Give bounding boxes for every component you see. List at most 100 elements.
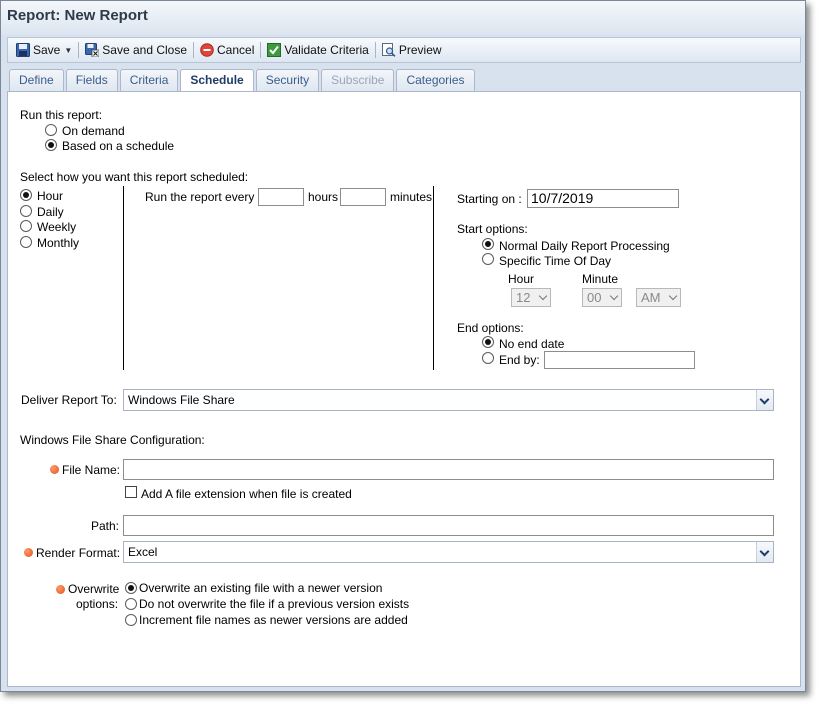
toolbar-separator: [260, 42, 262, 58]
cancel-label: Cancel: [217, 43, 255, 57]
title-bar: Report: New Report: [1, 1, 805, 35]
run-every-label: Run the report every: [145, 190, 255, 204]
save-dropdown-caret-icon[interactable]: ▼: [64, 46, 72, 55]
hours-label: hours: [308, 190, 339, 204]
based-on-schedule-label: Based on a schedule: [62, 139, 175, 153]
starting-on-label: Starting on :: [457, 192, 522, 206]
end-by-input[interactable]: [544, 351, 695, 369]
hours-input[interactable]: [258, 188, 304, 206]
no-end-date-radio[interactable]: [482, 336, 494, 348]
check-icon: [267, 43, 282, 57]
monthly-label: Monthly: [37, 236, 80, 250]
tab-categories[interactable]: Categories: [396, 69, 475, 91]
deliver-to-label: Deliver Report To:: [21, 393, 117, 407]
chevron-down-icon: [609, 291, 619, 301]
do-not-overwrite-radio[interactable]: [125, 598, 137, 610]
path-input[interactable]: [123, 515, 774, 536]
preview-button[interactable]: Preview: [378, 40, 446, 60]
window-title: Report: New Report: [7, 7, 148, 24]
preview-icon: [381, 43, 396, 57]
hour-select: 12: [511, 288, 551, 307]
weekly-radio[interactable]: [20, 220, 32, 232]
cancel-icon: [200, 43, 214, 57]
save-close-icon: [85, 43, 100, 58]
validate-criteria-label: Validate Criteria: [284, 43, 369, 57]
hour-radio[interactable]: [20, 189, 32, 201]
minute-select: 00: [582, 288, 622, 307]
monthly-radio[interactable]: [20, 236, 32, 248]
chevron-down-icon: [756, 390, 773, 410]
increment-file-names-radio[interactable]: [125, 614, 137, 626]
overwrite-options-label-line1: Overwrite: [68, 582, 120, 596]
chevron-down-icon: [756, 542, 773, 562]
cancel-button[interactable]: Cancel: [196, 40, 258, 60]
render-format-select[interactable]: Excel: [123, 541, 774, 563]
tab-criteria[interactable]: Criteria: [119, 69, 179, 91]
run-report-label: Run this report:: [20, 108, 103, 122]
toolbar-separator: [193, 42, 195, 58]
file-extension-checkbox[interactable]: [125, 486, 137, 498]
floppy-disk-icon: [16, 43, 30, 57]
end-by-radio[interactable]: [482, 352, 494, 364]
hour-label: Hour: [37, 189, 64, 203]
based-on-schedule-radio[interactable]: [45, 139, 57, 151]
start-options-label: Start options:: [457, 222, 528, 236]
column-divider-left: [123, 186, 124, 370]
save-label: Save: [33, 43, 61, 57]
normal-processing-label: Normal Daily Report Processing: [499, 239, 670, 253]
schedule-type-label: Select how you want this report schedule…: [20, 170, 249, 184]
tab-define[interactable]: Define: [9, 69, 64, 91]
overwrite-newer-label: Overwrite an existing file with a newer …: [139, 581, 383, 595]
validate-criteria-button[interactable]: Validate Criteria: [263, 40, 372, 60]
daily-label: Daily: [37, 205, 64, 219]
weekly-label: Weekly: [37, 220, 77, 234]
required-indicator-icon: [56, 585, 65, 594]
deliver-to-select[interactable]: Windows File Share: [123, 389, 774, 411]
ampm-select-value: AM: [641, 290, 661, 305]
overwrite-newer-radio[interactable]: [125, 582, 137, 594]
toolbar: Save ▼ Save and Close Cancel Validate Cr…: [7, 37, 801, 63]
required-indicator-icon: [50, 465, 59, 474]
wfs-config-label: Windows File Share Configuration:: [20, 433, 205, 447]
tab-subscribe: Subscribe: [321, 69, 395, 91]
minutes-input[interactable]: [340, 188, 386, 206]
increment-file-names-label: Increment file names as newer versions a…: [139, 613, 408, 627]
overwrite-options-label-line2: options:: [76, 597, 119, 611]
render-format-label: Render Format:: [36, 546, 121, 560]
tab-strip: Define Fields Criteria Schedule Security…: [9, 69, 477, 92]
required-indicator-icon: [24, 548, 33, 557]
save-and-close-label: Save and Close: [102, 43, 188, 57]
save-button[interactable]: Save ▼: [12, 40, 76, 60]
minute-select-label: Minute: [582, 272, 619, 286]
chevron-down-icon: [668, 291, 678, 301]
tab-fields[interactable]: Fields: [65, 69, 118, 91]
tab-security[interactable]: Security: [255, 69, 320, 91]
do-not-overwrite-label: Do not overwrite the file if a previous …: [139, 597, 410, 611]
toolbar-separator: [78, 42, 80, 58]
hour-select-value: 12: [516, 290, 531, 305]
hour-select-label: Hour: [508, 272, 535, 286]
minute-select-value: 00: [587, 290, 602, 305]
path-label: Path:: [91, 519, 120, 533]
starting-on-input[interactable]: 10/7/2019: [527, 189, 679, 208]
file-name-label: File Name:: [62, 463, 121, 477]
report-window: Report: New Report Save ▼ Save and Close…: [0, 0, 806, 692]
schedule-panel: Run this report: On demand Based on a sc…: [7, 91, 801, 687]
end-by-label: End by:: [499, 353, 540, 367]
file-extension-label: Add A file extension when file is create…: [141, 487, 352, 501]
toolbar-separator: [374, 42, 376, 58]
specific-time-radio[interactable]: [482, 253, 494, 265]
file-name-input[interactable]: [123, 459, 774, 480]
minutes-label: minutes: [390, 190, 433, 204]
render-format-value: Excel: [128, 545, 158, 559]
preview-label: Preview: [398, 43, 442, 57]
daily-radio[interactable]: [20, 205, 32, 217]
ampm-select: AM: [636, 288, 681, 307]
tab-schedule[interactable]: Schedule: [180, 69, 254, 92]
save-and-close-button[interactable]: Save and Close: [81, 40, 191, 60]
on-demand-radio[interactable]: [45, 124, 57, 136]
no-end-date-label: No end date: [499, 337, 565, 351]
chevron-down-icon: [538, 291, 548, 301]
normal-processing-radio[interactable]: [482, 238, 494, 250]
specific-time-label: Specific Time Of Day: [499, 254, 612, 268]
